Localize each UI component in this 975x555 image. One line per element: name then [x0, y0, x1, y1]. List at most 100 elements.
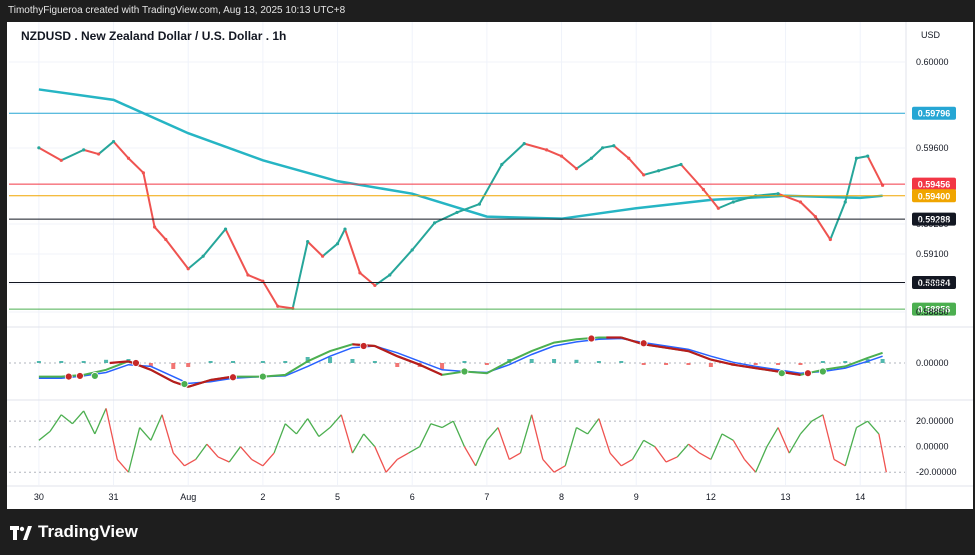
chart-title: NZDUSD . New Zealand Dollar / U.S. Dolla… — [21, 29, 286, 43]
price-point — [701, 187, 706, 192]
price-point — [455, 210, 459, 215]
oscillator-2-segment — [374, 446, 387, 473]
price-point — [559, 154, 564, 158]
oscillator-1-histogram-bar — [171, 363, 176, 369]
price-segment — [560, 155, 578, 170]
oscillator-2-segment — [273, 423, 286, 454]
oscillator-1-histogram-bar — [186, 363, 191, 367]
oscillator-2-segment — [620, 458, 633, 467]
price-point — [500, 162, 504, 167]
oscillator-2-segment — [419, 423, 432, 447]
price-segment — [546, 148, 562, 158]
price-tick-label: 0.59100 — [916, 249, 949, 259]
oscillator-2-segment — [60, 414, 73, 425]
oscillator-2-segment — [83, 410, 96, 435]
price-segment — [411, 222, 436, 251]
oscillator-2-segment — [598, 418, 611, 454]
oscillator-1-histogram-bar — [529, 359, 534, 363]
attribution-text: TimothyFigueroa created with TradingView… — [8, 5, 346, 16]
oscillator-1-histogram-bar — [776, 363, 781, 365]
oscillator-2-segment — [195, 443, 208, 460]
price-segment — [643, 169, 659, 176]
oscillator-2-segment — [139, 427, 152, 441]
tradingview-logo[interactable]: TradingView — [10, 522, 138, 542]
price-point — [731, 200, 735, 204]
price-point — [798, 200, 803, 204]
oscillator-2-segment — [688, 443, 701, 454]
axis-layer: 30 31 Aug 2 5 6 7 8 9 12 13 14 0.60000 0.59600 0.59250… — [34, 57, 957, 502]
price-point — [97, 152, 101, 156]
oscillator-2-segment — [811, 414, 824, 422]
oscillator-2-tick-label: 0.00000 — [916, 442, 949, 452]
oscillator-2-segment — [475, 440, 488, 467]
x-tick-label: 30 — [34, 492, 44, 502]
price-segment — [717, 201, 734, 210]
oscillator-1-histogram-bar — [686, 363, 691, 365]
price-point — [589, 156, 594, 160]
currency-label[interactable]: USD — [921, 30, 941, 40]
price-point — [828, 237, 832, 242]
price-point — [358, 271, 362, 275]
price-point — [335, 242, 340, 246]
price-point — [679, 162, 683, 167]
oscillator-2-segment — [184, 458, 196, 467]
oscillator-2-segment — [699, 452, 712, 461]
chart-frame[interactable]: 0.59796 0.59456 0.59400 0.59288 0.58984 0.588… — [7, 22, 973, 509]
oscillator-2-segment — [609, 452, 622, 467]
chart-canvas[interactable]: 0.597960.594560.594000.592880.589840.588… — [7, 22, 973, 509]
oscillator-1-histogram-bar — [36, 361, 41, 363]
oscillator-2-segment — [766, 427, 779, 448]
price-point — [522, 142, 526, 146]
price-level-label: 0.59456 — [918, 180, 951, 190]
price-point — [433, 221, 437, 225]
price-segment — [434, 211, 458, 224]
price-segment — [680, 163, 705, 191]
oscillator-1-histogram-bar — [81, 361, 86, 363]
x-tick-label: 12 — [706, 492, 716, 502]
oscillator-1-histogram-bar — [372, 361, 377, 363]
price-point — [854, 156, 859, 160]
oscillator-1-layer — [9, 334, 905, 388]
attribution-bar: TimothyFigueroa created with TradingView… — [0, 0, 975, 22]
price-point — [642, 173, 646, 177]
price-point — [477, 202, 481, 206]
oscillator-2-segment — [867, 420, 880, 435]
oscillator-2-segment — [743, 459, 757, 473]
x-tick-label: 31 — [109, 492, 119, 502]
x-tick-label: 9 — [634, 492, 639, 502]
price-point — [612, 144, 616, 148]
price-point — [141, 171, 145, 175]
oscillator-2-segment — [49, 414, 62, 432]
oscillator-1-tick-label: 0.00000 — [916, 358, 949, 368]
price-segment — [112, 140, 130, 159]
price-point — [37, 146, 41, 150]
oscillator-2-segment — [531, 414, 544, 460]
price-point — [843, 200, 847, 204]
oscillator-2-segment — [408, 446, 420, 454]
x-tick-label: 8 — [559, 492, 564, 502]
moving-average-layer — [38, 88, 883, 220]
price-point — [246, 273, 250, 277]
oscillator-1-histogram-bar — [328, 357, 333, 363]
oscillator-2-segment — [631, 439, 645, 460]
price-point — [201, 254, 205, 258]
oscillator-1-cross-marker — [818, 367, 827, 376]
oscillator-2-segment — [833, 458, 846, 467]
oscillator-1-cross-marker — [587, 334, 596, 343]
price-segment — [344, 228, 361, 274]
oscillator-1-histogram-bar — [843, 361, 848, 363]
oscillator-2-segment — [161, 414, 174, 454]
oscillator-2-segment — [150, 414, 163, 441]
oscillator-2-segment — [217, 456, 230, 463]
price-point — [321, 254, 325, 258]
oscillator-2-segment — [172, 452, 185, 467]
oscillator-1-histogram-bar — [552, 359, 557, 363]
price-segment — [262, 280, 279, 307]
price-segment — [187, 255, 204, 270]
oscillator-2-segment — [497, 427, 510, 460]
oscillator-2-segment — [262, 452, 275, 467]
price-segment — [202, 228, 227, 257]
price-point — [126, 156, 131, 160]
price-point — [627, 156, 631, 160]
oscillator-1-histogram-bar — [574, 359, 579, 363]
